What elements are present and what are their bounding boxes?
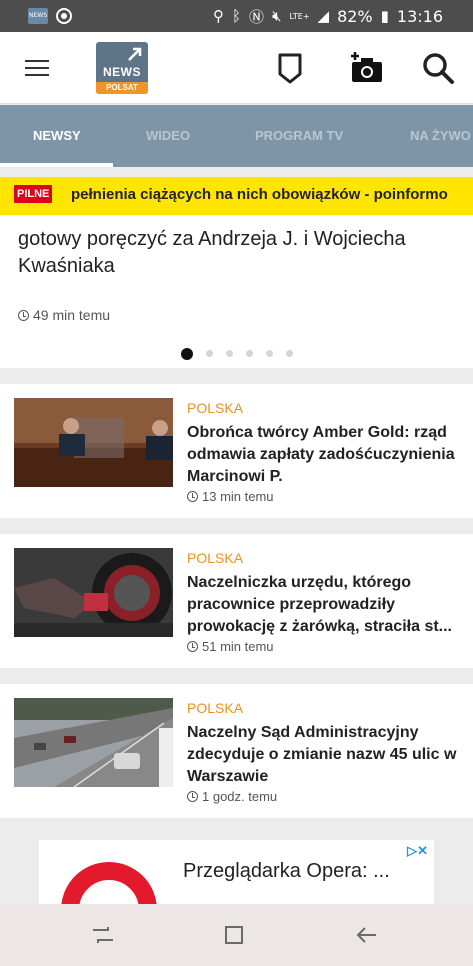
camera-add-icon[interactable] (348, 50, 384, 86)
battery-icon: ▮ (380, 7, 389, 25)
tab-program-tv[interactable]: PROGRAM TV (255, 105, 343, 167)
shield-icon[interactable] (272, 50, 308, 86)
logo-polsat-text: POLSAT (96, 82, 148, 94)
breaking-news-bar[interactable]: PILNE pełnienia ciążących na nich obowią… (0, 177, 473, 215)
ad-text[interactable]: Przeglądarka Opera: ... (183, 860, 390, 883)
clock-icon (18, 310, 29, 321)
carousel-dot[interactable] (245, 350, 253, 357)
carousel-dot[interactable] (265, 350, 273, 357)
battery-level: 82% (337, 6, 373, 26)
app-header: NEWS POLSAT (0, 32, 473, 104)
hero-title-line-1: gotowy poręczyć za Andrzeja J. i Wojciec… (18, 228, 406, 250)
active-tab-indicator (0, 163, 113, 167)
record-icon (56, 8, 72, 24)
article-card[interactable]: POLSKA Naczelny Sąd Administracyjny zdec… (0, 684, 473, 818)
nfc-icon: Ⓝ (249, 7, 265, 26)
breaking-ticker-text[interactable]: pełnienia ciążących na nich obowiązków -… (71, 186, 448, 203)
clock-icon (187, 641, 198, 652)
tab-wideo[interactable]: WIDEO (146, 105, 190, 167)
search-icon[interactable] (420, 50, 456, 86)
logo-news-text: NEWS (103, 65, 141, 79)
app-logo[interactable]: NEWS POLSAT (96, 42, 148, 94)
article-title[interactable]: Naczelny Sąd Administracyjny zdecyduje o… (187, 722, 462, 788)
system-nav-bar (0, 904, 473, 966)
carousel-dot[interactable] (225, 350, 233, 357)
hero-title-line-2: Kwaśniaka (18, 255, 115, 277)
ad-banner[interactable]: Przeglądarka Opera: ... ▷✕ (39, 840, 434, 904)
breaking-badge: PILNE (14, 185, 53, 203)
back-icon[interactable] (354, 922, 380, 948)
bluetooth-icon: ᛒ (232, 7, 242, 25)
carousel-dot[interactable] (205, 350, 213, 357)
hero-title[interactable]: Związek Banków Polskich "wzburzony" i go… (18, 223, 458, 280)
article-category: POLSKA (187, 700, 244, 716)
home-icon[interactable] (222, 922, 248, 948)
article-title[interactable]: Obrońca twórcy Amber Gold: rząd odmawia … (187, 422, 462, 488)
article-timestamp: 13 min temu (187, 489, 274, 504)
article-card[interactable]: POLSKA Naczelniczka urzędu, którego prac… (0, 534, 473, 668)
article-category: POLSKA (187, 550, 244, 566)
article-time-text: 1 godz. temu (202, 789, 278, 804)
carousel-dot-active[interactable] (180, 348, 193, 360)
opera-logo-icon (61, 862, 157, 904)
article-timestamp: 1 godz. temu (187, 789, 277, 804)
clock-icon (187, 491, 198, 502)
mute-icon: 🔇︎ (272, 7, 282, 25)
article-thumbnail-car-repair (14, 548, 173, 637)
article-timestamp: 51 min temu (187, 639, 274, 654)
menu-icon[interactable] (25, 60, 49, 78)
article-thumbnail-street (14, 698, 173, 787)
tab-newsy[interactable]: NEWSY (33, 105, 81, 167)
recents-icon[interactable] (90, 922, 116, 948)
status-bar: NEWS ⚲ ᛒ Ⓝ 🔇︎ LTE+ ◢ 82% ▮ 13:16 (0, 0, 473, 32)
article-card[interactable]: POLSKA Obrońca twórcy Amber Gold: rząd o… (0, 384, 473, 518)
signal-icon: ◢ (317, 7, 330, 25)
article-category: POLSKA (187, 400, 244, 416)
hero-time-text: 49 min temu (33, 307, 111, 323)
ad-choices-icon[interactable]: ▷✕ (407, 843, 428, 859)
clock-icon (187, 791, 198, 802)
hero-timestamp: 49 min temu (18, 307, 110, 323)
article-time-text: 13 min temu (202, 489, 274, 504)
arrow-icon (128, 47, 142, 61)
network-label: LTE+ (289, 11, 310, 21)
clock-time: 13:16 (396, 6, 443, 26)
article-time-text: 51 min temu (202, 639, 274, 654)
article-thumbnail-courtroom (14, 398, 173, 487)
news-badge-icon: NEWS (28, 8, 48, 24)
location-icon: ⚲ (213, 7, 225, 25)
article-title[interactable]: Naczelniczka urzędu, którego pracownice … (187, 572, 462, 638)
carousel-dot[interactable] (285, 350, 293, 357)
section-tabs: NEWSY WIDEO PROGRAM TV NA ŻYWO (0, 105, 473, 167)
carousel-dots (0, 348, 473, 360)
hero-carousel[interactable]: Związek Banków Polskich "wzburzony" i go… (0, 215, 473, 368)
tab-na-zywo[interactable]: NA ŻYWO (410, 105, 471, 167)
